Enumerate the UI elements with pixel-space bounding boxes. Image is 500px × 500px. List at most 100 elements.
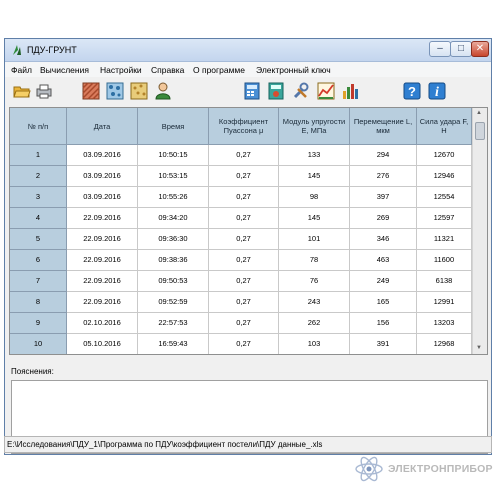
maximize-button[interactable]: □ xyxy=(450,41,472,57)
date-cell[interactable]: 02.10.2016 xyxy=(67,313,138,334)
user-icon[interactable] xyxy=(154,82,172,100)
row-number[interactable]: 6 xyxy=(10,250,67,271)
impact-force-cell[interactable]: 13203 xyxy=(417,313,472,334)
displacement-cell[interactable]: 165 xyxy=(350,292,417,313)
title-bar[interactable]: ПДУ-ГРУНТ – □ ✕ xyxy=(5,39,491,62)
date-cell[interactable]: 22.09.2016 xyxy=(67,250,138,271)
menu-settings[interactable]: Настройки xyxy=(100,65,142,75)
tools-icon[interactable] xyxy=(292,82,310,100)
vertical-scrollbar[interactable]: ▲ ▼ xyxy=(472,108,487,354)
texture-red-icon[interactable] xyxy=(82,82,100,100)
row-number[interactable]: 1 xyxy=(10,145,67,166)
row-number[interactable]: 9 xyxy=(10,313,67,334)
displacement-cell[interactable]: 391 xyxy=(350,334,417,354)
row-number[interactable]: 10 xyxy=(10,334,67,354)
time-cell[interactable]: 10:50:15 xyxy=(138,145,209,166)
date-cell[interactable]: 03.09.2016 xyxy=(67,145,138,166)
calc-teal-icon[interactable] xyxy=(267,82,285,100)
displacement-cell[interactable]: 463 xyxy=(350,250,417,271)
date-cell[interactable]: 03.09.2016 xyxy=(67,166,138,187)
displacement-cell[interactable]: 294 xyxy=(350,145,417,166)
time-cell[interactable]: 10:53:15 xyxy=(138,166,209,187)
poisson-cell[interactable]: 0,27 xyxy=(209,187,279,208)
impact-force-cell[interactable]: 12597 xyxy=(417,208,472,229)
minimize-button[interactable]: – xyxy=(429,41,451,57)
row-number[interactable]: 4 xyxy=(10,208,67,229)
time-cell[interactable]: 22:57:53 xyxy=(138,313,209,334)
time-cell[interactable]: 09:36:30 xyxy=(138,229,209,250)
time-cell[interactable]: 09:50:53 xyxy=(138,271,209,292)
bar-chart-icon[interactable] xyxy=(341,82,359,100)
chart-icon[interactable] xyxy=(317,82,335,100)
displacement-cell[interactable]: 397 xyxy=(350,187,417,208)
displacement-cell[interactable]: 249 xyxy=(350,271,417,292)
modulus-cell[interactable]: 262 xyxy=(279,313,350,334)
info-icon[interactable]: i xyxy=(428,82,446,100)
menu-help[interactable]: Справка xyxy=(151,65,184,75)
impact-force-cell[interactable]: 12946 xyxy=(417,166,472,187)
time-cell[interactable]: 09:38:36 xyxy=(138,250,209,271)
header-poisson[interactable]: Коэффициент Пуассона μ xyxy=(209,108,279,145)
header-index[interactable]: № п/п xyxy=(10,108,67,145)
modulus-cell[interactable]: 103 xyxy=(279,334,350,354)
poisson-cell[interactable]: 0,27 xyxy=(209,229,279,250)
poisson-cell[interactable]: 0,27 xyxy=(209,250,279,271)
menu-calculations[interactable]: Вычисления xyxy=(40,65,89,75)
scroll-down-arrow-icon[interactable]: ▼ xyxy=(476,345,482,351)
header-time[interactable]: Время xyxy=(138,108,209,145)
row-number[interactable]: 3 xyxy=(10,187,67,208)
scroll-thumb[interactable] xyxy=(475,122,485,140)
date-cell[interactable]: 22.09.2016 xyxy=(67,229,138,250)
poisson-cell[interactable]: 0,27 xyxy=(209,334,279,354)
close-button[interactable]: ✕ xyxy=(471,41,489,57)
modulus-cell[interactable]: 133 xyxy=(279,145,350,166)
date-cell[interactable]: 22.09.2016 xyxy=(67,292,138,313)
time-cell[interactable]: 10:55:26 xyxy=(138,187,209,208)
displacement-cell[interactable]: 269 xyxy=(350,208,417,229)
open-folder-icon[interactable] xyxy=(13,82,31,100)
texture-gold-icon[interactable] xyxy=(130,82,148,100)
menu-about[interactable]: О программе xyxy=(193,65,245,75)
impact-force-cell[interactable]: 12670 xyxy=(417,145,472,166)
data-table[interactable]: № п/п Дата Время Коэффициент Пуассона μ Моду… xyxy=(9,107,488,355)
impact-force-cell[interactable]: 11600 xyxy=(417,250,472,271)
date-cell[interactable]: 22.09.2016 xyxy=(67,271,138,292)
modulus-cell[interactable]: 243 xyxy=(279,292,350,313)
modulus-cell[interactable]: 76 xyxy=(279,271,350,292)
date-cell[interactable]: 03.09.2016 xyxy=(67,187,138,208)
scroll-up-arrow-icon[interactable]: ▲ xyxy=(476,110,482,116)
impact-force-cell[interactable]: 11321 xyxy=(417,229,472,250)
modulus-cell[interactable]: 101 xyxy=(279,229,350,250)
header-impact-force[interactable]: Сила удара F, Н xyxy=(417,108,472,145)
modulus-cell[interactable]: 145 xyxy=(279,166,350,187)
row-number[interactable]: 5 xyxy=(10,229,67,250)
menu-electronic-key[interactable]: Электронный ключ xyxy=(256,65,331,75)
date-cell[interactable]: 05.10.2016 xyxy=(67,334,138,354)
texture-blue-icon[interactable] xyxy=(106,82,124,100)
displacement-cell[interactable]: 346 xyxy=(350,229,417,250)
poisson-cell[interactable]: 0,27 xyxy=(209,271,279,292)
modulus-cell[interactable]: 78 xyxy=(279,250,350,271)
modulus-cell[interactable]: 98 xyxy=(279,187,350,208)
calc-blue-icon[interactable] xyxy=(243,82,261,100)
impact-force-cell[interactable]: 12554 xyxy=(417,187,472,208)
time-cell[interactable]: 16:59:43 xyxy=(138,334,209,354)
poisson-cell[interactable]: 0,27 xyxy=(209,145,279,166)
help-icon[interactable]: ? xyxy=(403,82,421,100)
header-date[interactable]: Дата xyxy=(67,108,138,145)
impact-force-cell[interactable]: 6138 xyxy=(417,271,472,292)
row-number[interactable]: 8 xyxy=(10,292,67,313)
header-displacement[interactable]: Перемещение L, мкм xyxy=(350,108,417,145)
row-number[interactable]: 7 xyxy=(10,271,67,292)
row-number[interactable]: 2 xyxy=(10,166,67,187)
displacement-cell[interactable]: 276 xyxy=(350,166,417,187)
poisson-cell[interactable]: 0,27 xyxy=(209,208,279,229)
impact-force-cell[interactable]: 12991 xyxy=(417,292,472,313)
poisson-cell[interactable]: 0,27 xyxy=(209,166,279,187)
modulus-cell[interactable]: 145 xyxy=(279,208,350,229)
time-cell[interactable]: 09:52:59 xyxy=(138,292,209,313)
save-print-icon[interactable] xyxy=(35,82,53,100)
poisson-cell[interactable]: 0,27 xyxy=(209,292,279,313)
poisson-cell[interactable]: 0,27 xyxy=(209,313,279,334)
date-cell[interactable]: 22.09.2016 xyxy=(67,208,138,229)
